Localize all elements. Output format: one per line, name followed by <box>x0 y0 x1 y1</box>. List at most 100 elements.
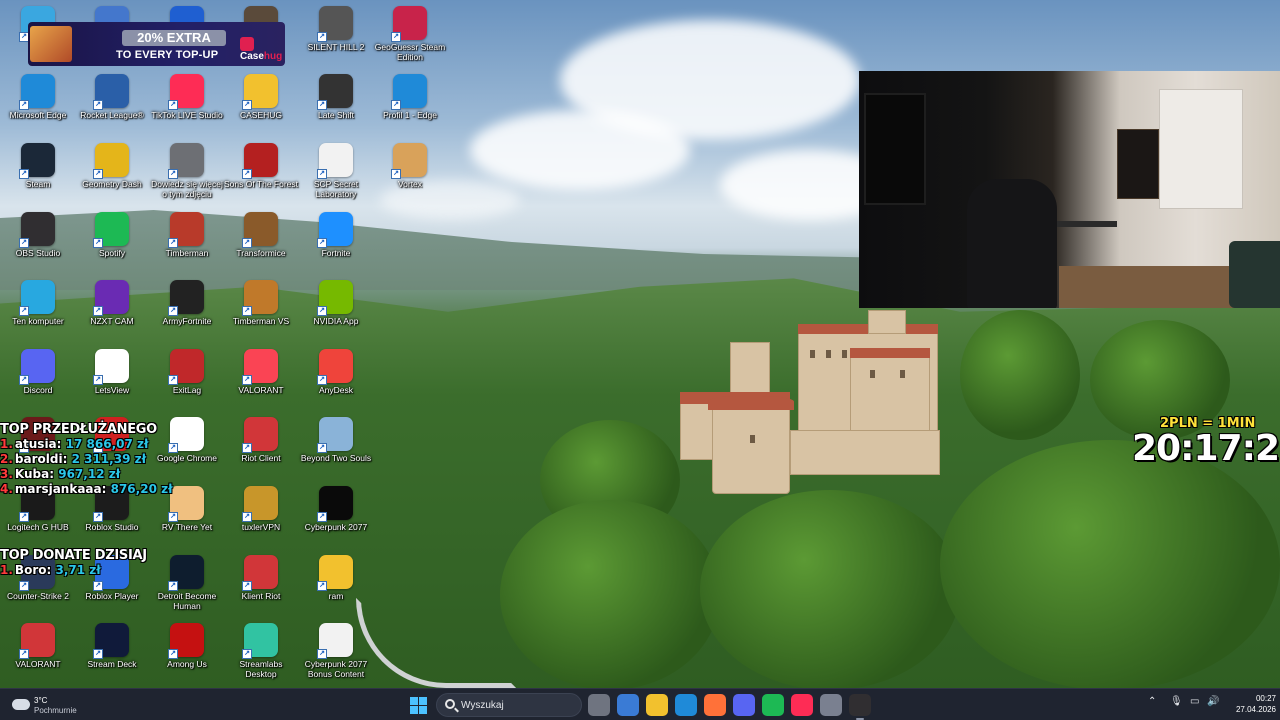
desktop-icon[interactable]: ↗ Discord <box>0 347 77 415</box>
shortcut-arrow-icon: ↗ <box>242 649 252 659</box>
app-icon: ↗ <box>242 417 278 453</box>
desktop-icon-label: CASEHUG <box>239 110 283 120</box>
desktop-icon[interactable]: ↗ LetsView <box>73 347 151 415</box>
desktop-icon[interactable]: ↗ ExitLag <box>148 347 226 415</box>
file-explorer-icon[interactable] <box>646 694 668 716</box>
shortcut-arrow-icon: ↗ <box>242 306 252 316</box>
desktop-icon[interactable]: ↗ SILENT HILL 2 <box>297 4 375 72</box>
edge-icon[interactable] <box>675 694 697 716</box>
desktop-icon[interactable]: ↗ ArmyFortnite <box>148 278 226 346</box>
casehug-logo-text-accent: hug <box>263 51 283 62</box>
search-icon <box>445 699 455 709</box>
desktop-icon[interactable]: ↗ Spotify <box>73 210 151 278</box>
desktop-icon[interactable]: ↗ TikTok LIVE Studio <box>148 72 226 140</box>
desktop-icon[interactable]: ↗ SCP Secret Laboratory <box>297 141 375 209</box>
desktop-icon-label: VALORANT <box>238 385 284 395</box>
show-hidden-icons-chevron-icon[interactable]: ⌃ <box>1148 696 1156 707</box>
desktop-icon[interactable]: ↗ Riot Client <box>222 415 300 483</box>
desktop-icon[interactable]: ↗ Beyond Two Souls <box>297 415 375 483</box>
app-icon: ↗ <box>391 74 427 110</box>
app-icon: ↗ <box>317 212 353 248</box>
desktop-icon[interactable]: ↗ Steam <box>0 141 77 209</box>
overlay-subathon-timer: 20:17:28 <box>1132 428 1280 469</box>
shortcut-arrow-icon: ↗ <box>93 100 103 110</box>
desktop-icon[interactable]: ↗ Late Shift <box>297 72 375 140</box>
microphone-icon[interactable]: 🎙 <box>1170 696 1183 707</box>
desktop-icon[interactable]: ↗ AnyDesk <box>297 347 375 415</box>
desktop-icon[interactable]: ↗ ram <box>297 553 375 621</box>
desktop-icon[interactable]: ↗ Transformice <box>222 210 300 278</box>
app-icon: ↗ <box>19 349 55 385</box>
desktop-icon[interactable]: ↗ Profil 1 - Edge <box>371 72 449 140</box>
ad-subline: TO EVERY TOP-UP <box>116 49 219 61</box>
desktop-icon[interactable]: ↗ Rocket League® <box>73 72 151 140</box>
clock-date: 27.04.2026 <box>1235 705 1276 714</box>
discord-icon[interactable] <box>733 694 755 716</box>
app-icon: ↗ <box>93 143 129 179</box>
app-icon: ↗ <box>242 349 278 385</box>
obs-icon[interactable] <box>849 694 871 720</box>
app-icon: ↗ <box>93 74 129 110</box>
desktop-icon-label: Streamlabs Desktop <box>239 659 283 679</box>
desktop-icon[interactable]: ↗ Streamlabs Desktop <box>222 621 300 689</box>
desktop-icon[interactable]: ↗ GeoGuessr Steam Edition <box>371 4 449 72</box>
desktop-icon-label: Geometry Dash <box>82 179 142 189</box>
desktop-icon-label: VALORANT <box>15 659 61 669</box>
desktop-icon[interactable]: ↗ Klient Riot <box>222 553 300 621</box>
firefox-icon[interactable] <box>704 694 726 716</box>
desktop-icon-label: AnyDesk <box>318 385 353 395</box>
store-icon[interactable] <box>617 694 639 716</box>
desktop-icon[interactable]: ↗ Microsoft Edge <box>0 72 77 140</box>
desktop-icon[interactable]: ↗ Geometry Dash <box>73 141 151 209</box>
wallpaper-tree <box>940 440 1280 688</box>
desktop-icon[interactable]: ↗ Dowiedz się więcej o tym zdjęciu <box>148 141 226 209</box>
shortcut-arrow-icon: ↗ <box>19 512 29 522</box>
desktop-icon-label: Stream Deck <box>87 659 137 669</box>
desktop-icon[interactable]: ↗ OBS Studio <box>0 210 77 278</box>
desktop-icon[interactable]: ↗ VALORANT <box>0 621 77 689</box>
app-icon: ↗ <box>168 486 204 522</box>
network-icon[interactable]: ▭ <box>1190 696 1199 707</box>
app-icon: ↗ <box>168 623 204 659</box>
taskbar-clock[interactable]: 00:27 27.04.2026 <box>1228 693 1276 715</box>
desktop-icon-label: Fortnite <box>321 248 351 258</box>
webcam-sofa <box>1229 241 1280 308</box>
volume-icon[interactable]: 🔊 <box>1207 696 1219 707</box>
desktop-icon-label: Roblox Studio <box>85 522 139 532</box>
casehug-ad-banner[interactable]: 20% EXTRA TO EVERY TOP-UP Casehug <box>28 22 285 66</box>
tiktok-icon[interactable] <box>791 694 813 716</box>
settings-icon[interactable] <box>820 694 842 716</box>
desktop-icon-label: Among Us <box>167 659 207 669</box>
desktop-icon[interactable]: ↗ NVIDIA App <box>297 278 375 346</box>
desktop-icon[interactable]: ↗ Cyberpunk 2077 <box>297 484 375 552</box>
start-button[interactable] <box>410 697 427 714</box>
desktop-icon[interactable]: ↗ Detroit Become Human <box>148 553 226 621</box>
taskbar-search-box[interactable]: Wyszukaj <box>436 693 582 717</box>
desktop-icon[interactable]: ↗ Fortnite <box>297 210 375 278</box>
weather-widget[interactable]: 3°C Pochmurnie <box>10 693 100 717</box>
spotify-icon[interactable] <box>762 694 784 716</box>
desktop-icon[interactable]: ↗ NZXT CAM <box>73 278 151 346</box>
desktop-icon[interactable]: ↗ Timberman <box>148 210 226 278</box>
gift-box-icon <box>30 26 72 62</box>
desktop-icon-label: TikTok LIVE Studio <box>151 110 223 120</box>
desktop-icon[interactable]: ↗ CASEHUG <box>222 72 300 140</box>
desktop-icon-label: Detroit Become Human <box>157 591 217 611</box>
desktop-icon-label: Logitech G HUB <box>7 522 69 532</box>
desktop-icon[interactable]: ↗ Stream Deck <box>73 621 151 689</box>
desktop-icon[interactable]: ↗ Sons Of The Forest <box>222 141 300 209</box>
app-icon: ↗ <box>19 212 55 248</box>
weather-description: Pochmurnie <box>34 706 77 715</box>
task-view-icon[interactable] <box>588 694 610 716</box>
desktop-icon[interactable]: ↗ tuxlerVPN <box>222 484 300 552</box>
desktop-icon[interactable]: ↗ Vortex <box>371 141 449 209</box>
desktop-icon[interactable]: ↗ Ten komputer <box>0 278 77 346</box>
desktop-icon[interactable]: ↗ Cyberpunk 2077 Bonus Content <box>297 621 375 689</box>
shortcut-arrow-icon: ↗ <box>242 100 252 110</box>
desktop-icon[interactable]: ↗ Timberman VS <box>222 278 300 346</box>
app-icon: ↗ <box>317 486 353 522</box>
desktop-icon[interactable]: ↗ Among Us <box>148 621 226 689</box>
app-icon: ↗ <box>242 212 278 248</box>
leaderboard-name: Kuba: <box>14 467 55 481</box>
desktop-icon[interactable]: ↗ VALORANT <box>222 347 300 415</box>
